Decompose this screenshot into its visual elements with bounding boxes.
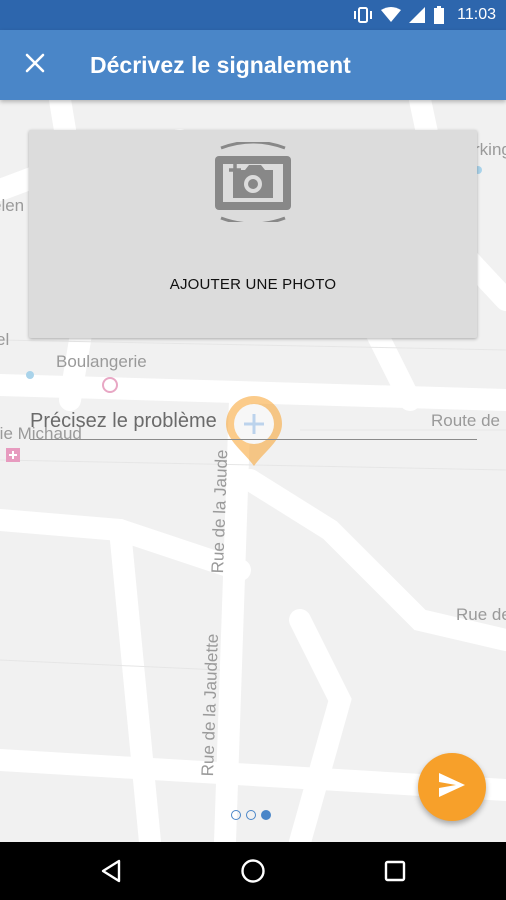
add-photo-card[interactable]: AJOUTER UNE PHOTO: [29, 130, 477, 338]
recents-icon: [380, 856, 410, 886]
map-label-rue-de: Rue de: [456, 605, 506, 624]
vibrate-icon: [353, 7, 373, 23]
map-label-ele: elen: [0, 196, 25, 215]
back-button[interactable]: [97, 856, 127, 886]
map-label-boulangerie: Boulangerie: [56, 352, 147, 371]
wifi-icon: [381, 7, 402, 23]
page-dot: [231, 810, 241, 820]
map-label-el: el: [0, 330, 10, 349]
page-title: Décrivez le signalement: [90, 52, 351, 78]
page-dot: [246, 810, 256, 820]
home-icon: [238, 856, 268, 886]
close-icon: [25, 53, 45, 78]
battery-icon: [433, 6, 445, 24]
status-time: 11:03: [457, 6, 496, 23]
page-indicator: [231, 810, 271, 820]
recents-button[interactable]: [380, 856, 410, 886]
close-button[interactable]: [18, 48, 52, 82]
signal-icon: [409, 7, 426, 23]
add-photo-label: AJOUTER UNE PHOTO: [169, 276, 337, 293]
page-dot-active: [261, 810, 271, 820]
problem-input[interactable]: [30, 403, 477, 440]
status-bar: 11:03: [0, 0, 506, 30]
send-button[interactable]: [418, 753, 486, 821]
system-nav-bar: [0, 842, 506, 900]
app-bar: Décrivez le signalement: [0, 30, 506, 100]
add-photo-icon: [213, 140, 293, 227]
home-button[interactable]: [238, 856, 268, 886]
back-icon: [97, 856, 127, 886]
send-icon: [438, 772, 466, 803]
map-label-parking: rking: [474, 140, 506, 159]
